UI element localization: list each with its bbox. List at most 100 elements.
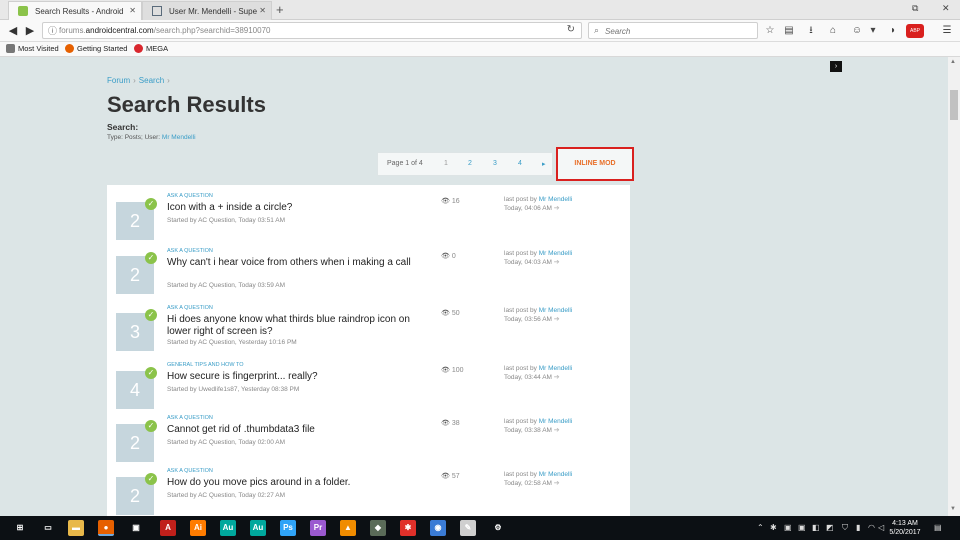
settings-icon[interactable]: ⚙ xyxy=(490,520,506,536)
thread-title[interactable]: Hi does anyone know what thirds blue rai… xyxy=(167,314,429,338)
scroll-down-icon[interactable]: ▼ xyxy=(950,506,956,512)
url-text[interactable]: forums.androidcentral.com/search.php?sea… xyxy=(59,26,270,35)
thread-started: Started by Uwedlife1s87, Yesterday 08:38… xyxy=(167,386,300,393)
last-post-user-link[interactable]: Mr Mendelli xyxy=(539,196,573,203)
shield-icon[interactable]: ⛉ xyxy=(842,523,848,533)
chevron-down-icon[interactable]: ▾ xyxy=(866,24,880,38)
store-icon[interactable]: ▣ xyxy=(128,520,144,536)
bookmark-mega[interactable]: MEGA xyxy=(134,44,168,53)
inline-mod-button[interactable]: INLINE MOD xyxy=(556,147,634,181)
download-icon[interactable]: ⭳ xyxy=(804,24,818,38)
task-view-icon[interactable]: ▭ xyxy=(40,520,56,536)
tray-app-icon[interactable]: ▣ xyxy=(784,523,792,532)
thread-title[interactable]: Cannot get rid of .thumbdata3 file xyxy=(167,424,429,436)
forum-tag[interactable]: ASK A QUESTION xyxy=(167,248,213,254)
bookmark-getting-started[interactable]: Getting Started xyxy=(65,44,127,53)
close-icon[interactable]: ✕ xyxy=(129,6,136,15)
search-bar[interactable]: ⌕ xyxy=(588,22,758,39)
tab-user-profile[interactable]: User Mr. Mendelli - Super U ✕ xyxy=(142,1,272,20)
photoshop-icon[interactable]: Ps xyxy=(280,520,296,536)
tray-app-icon[interactable]: ▣ xyxy=(798,523,806,532)
last-post-user-link[interactable]: Mr Mendelli xyxy=(539,365,573,372)
acrobat-icon[interactable]: A xyxy=(160,520,176,536)
page-link-2[interactable]: 2 xyxy=(468,160,472,167)
arrow-right-icon[interactable]: ➔ xyxy=(554,374,560,381)
reload-icon[interactable]: ↻ xyxy=(567,24,575,35)
close-window-icon[interactable]: ✕ xyxy=(942,3,950,14)
menu-icon[interactable]: ☰ xyxy=(940,24,954,38)
bookmark-most-visited[interactable]: Most Visited xyxy=(6,44,59,53)
tray-app-icon[interactable]: ◩ xyxy=(826,523,834,532)
tray-chevron-icon[interactable]: ⌃ xyxy=(757,523,764,532)
back-icon[interactable]: ◀ xyxy=(6,24,20,38)
battery-icon[interactable]: ▮ xyxy=(856,523,860,532)
scrollbar[interactable]: ▲ ▼ xyxy=(948,57,960,516)
forum-tag[interactable]: ASK A QUESTION xyxy=(167,468,213,474)
last-post-user-link[interactable]: Mr Mendelli xyxy=(539,471,573,478)
new-tab-button[interactable]: + xyxy=(276,2,284,17)
restore-icon[interactable]: ⧉ xyxy=(912,3,918,14)
thread-title[interactable]: Icon with a + inside a circle? xyxy=(167,202,429,214)
last-post-user-link[interactable]: Mr Mendelli xyxy=(539,418,573,425)
arrow-right-icon[interactable]: ➔ xyxy=(554,205,560,212)
thread-title[interactable]: Why can't i hear voice from others when … xyxy=(167,257,429,269)
scrollbar-thumb[interactable] xyxy=(950,90,958,120)
forum-tag[interactable]: ASK A QUESTION xyxy=(167,305,213,311)
adblock-icon[interactable]: ABP xyxy=(906,24,924,38)
url-bar[interactable]: ⓘ forums.androidcentral.com/search.php?s… xyxy=(42,22,582,39)
extension-icon[interactable]: ☺ xyxy=(850,24,864,38)
bookmark-star-icon[interactable]: ☆ xyxy=(763,24,777,38)
breadcrumb-search[interactable]: Search xyxy=(139,76,164,85)
pagination: Page 1 of 4 1 2 3 4 ▸ xyxy=(377,152,553,176)
breadcrumb-forum[interactable]: Forum xyxy=(107,76,130,85)
home-icon[interactable]: ⌂ xyxy=(826,24,840,38)
arrow-right-icon[interactable]: ➔ xyxy=(554,259,560,266)
chat-icon[interactable]: ◉ xyxy=(430,520,446,536)
audition-2-icon[interactable]: Au xyxy=(250,520,266,536)
search-user-link[interactable]: Mr Mendelli xyxy=(162,134,196,141)
arrow-right-icon[interactable]: ➔ xyxy=(554,480,560,487)
bluetooth-icon[interactable]: ✱ xyxy=(770,523,777,532)
illustrator-icon[interactable]: Ai xyxy=(190,520,206,536)
forward-icon[interactable]: ▶ xyxy=(23,24,37,38)
library-icon[interactable]: ▤ xyxy=(782,24,796,38)
app-3d-icon[interactable]: ◆ xyxy=(370,520,386,536)
thread-list: 2 ✓ ASK A QUESTION Icon with a + inside a c… xyxy=(107,185,630,516)
premiere-icon[interactable]: Pr xyxy=(310,520,326,536)
volume-icon[interactable]: ◁ xyxy=(878,523,884,532)
page-link-3[interactable]: 3 xyxy=(493,160,497,167)
thread-title[interactable]: How do you move pics around in a folder. xyxy=(167,477,429,489)
pocket-icon[interactable]: ◗ xyxy=(886,24,900,38)
firefox-icon[interactable]: ● xyxy=(98,520,114,536)
app-star-icon[interactable]: ✱ xyxy=(400,520,416,536)
forum-tag[interactable]: ASK A QUESTION xyxy=(167,415,213,421)
tab-search-results[interactable]: Search Results - Android Fo ✕ xyxy=(8,1,142,20)
thread-title[interactable]: How secure is fingerprint... really? xyxy=(167,371,429,383)
forum-tag[interactable]: GENERAL TIPS AND HOW TO xyxy=(167,362,244,368)
arrow-right-icon[interactable]: ➔ xyxy=(554,427,560,434)
vlc-icon[interactable]: ▲ xyxy=(340,520,356,536)
close-icon[interactable]: ✕ xyxy=(259,6,266,15)
page-title: Search Results xyxy=(107,92,266,117)
checkmark-icon: ✓ xyxy=(145,252,157,264)
tab-title: User Mr. Mendelli - Super U xyxy=(169,7,257,16)
last-post-user-link[interactable]: Mr Mendelli xyxy=(539,250,573,257)
search-input[interactable] xyxy=(605,25,753,37)
tray-app-icon[interactable]: ◧ xyxy=(812,523,820,532)
page-link-1[interactable]: 1 xyxy=(444,160,448,167)
forum-tag[interactable]: ASK A QUESTION xyxy=(167,193,213,199)
file-explorer-icon[interactable]: ▬ xyxy=(68,520,84,536)
notifications-icon[interactable]: ▤ xyxy=(934,523,942,532)
clock[interactable]: 4:13 AM 5/20/2017 xyxy=(885,519,925,537)
last-post-user-link[interactable]: Mr Mendelli xyxy=(539,307,573,314)
page-link-4[interactable]: 4 xyxy=(518,160,522,167)
arrow-right-icon[interactable]: ➔ xyxy=(554,316,560,323)
info-icon[interactable]: ⓘ xyxy=(48,24,57,37)
ad-arrow-icon[interactable]: › xyxy=(830,61,842,72)
scroll-up-icon[interactable]: ▲ xyxy=(950,59,956,65)
wifi-icon[interactable]: ◠ xyxy=(868,523,875,532)
start-icon[interactable]: ⊞ xyxy=(12,520,28,536)
audition-icon[interactable]: Au xyxy=(220,520,236,536)
notes-icon[interactable]: ✎ xyxy=(460,520,476,536)
next-page-icon[interactable]: ▸ xyxy=(542,160,546,168)
